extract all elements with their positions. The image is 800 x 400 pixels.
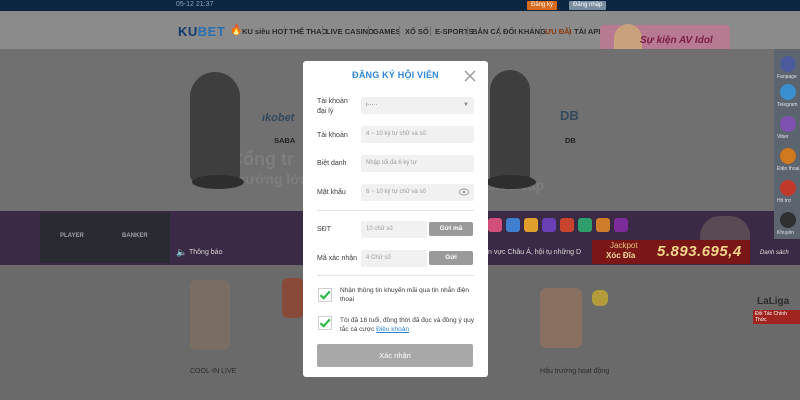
nav-separator (284, 26, 285, 36)
nav-item-live-casino[interactable]: LIVE CASINO (326, 27, 374, 36)
jackpot-title: Jackpot (610, 241, 638, 250)
jackpot-game: Xóc Đĩa (606, 251, 636, 260)
telegram-icon[interactable] (780, 84, 796, 100)
character-figure-db (490, 70, 530, 182)
nav-item-fishing[interactable]: BẮN CÁ (472, 27, 501, 36)
speaker-icon: 🔈 (176, 247, 188, 257)
nav-item-games[interactable]: GAMES (373, 27, 401, 36)
game-app-icon[interactable] (524, 218, 538, 232)
character-figure-saba (190, 72, 240, 182)
eye-icon[interactable] (459, 188, 469, 196)
cool-in-live-image[interactable] (190, 280, 230, 350)
side-tool-label: Khuyến (777, 230, 794, 236)
login-button[interactable]: Đăng nhập (569, 1, 607, 10)
main-nav: KUBET 🔥 KU siêu HOT THỂ THAO LIVE CASINO… (0, 11, 800, 60)
nav-separator (322, 26, 323, 36)
table-label-player: PLAYER (60, 233, 84, 239)
promo-sms-checkbox[interactable] (318, 288, 332, 302)
behind-scenes-image[interactable] (540, 288, 582, 348)
camera-icon (592, 290, 608, 306)
banner-ghost-text: thưởng lớn (232, 171, 309, 187)
nav-item-promotions[interactable]: ƯU ĐÃI (545, 27, 572, 36)
site-logo[interactable]: KUBET (178, 24, 225, 39)
phone-icon[interactable] (780, 148, 796, 164)
nav-separator (540, 26, 541, 36)
game-app-icon[interactable] (506, 218, 520, 232)
game-app-icon[interactable] (578, 218, 592, 232)
laliga-logo: LaLiga (757, 296, 790, 307)
send-button[interactable]: Gửi (429, 251, 473, 265)
phone-input[interactable]: 10 chữ số (361, 221, 427, 238)
promo-text: Sự kiện AV Idol (640, 35, 713, 46)
character-pedestal (192, 175, 244, 189)
game-app-icon[interactable] (560, 218, 574, 232)
provider-logo-db: DB (560, 108, 579, 123)
register-modal: ĐĂNG KÝ HỘI VIÊN Tài khoản đại lý ı·····… (303, 61, 488, 377)
send-code-button[interactable]: Gửi mã (429, 222, 473, 236)
fanpage-icon[interactable] (780, 56, 796, 72)
nickname-input[interactable]: Nhập tối đa 6 ký tự (361, 155, 474, 172)
side-tool-label: Điện thoại (777, 166, 800, 172)
jackpot-value: 5.893.695,4 (657, 243, 742, 260)
gift-icon[interactable] (780, 212, 796, 228)
flame-icon: 🔥 (230, 25, 243, 36)
game-app-icon[interactable] (614, 218, 628, 232)
password-input[interactable]: 6 ~ 10 ký tự chữ và số (361, 184, 474, 201)
nav-separator (399, 26, 400, 36)
provider-label-saba[interactable]: SABA (274, 136, 295, 145)
notice-label: Thông báo (189, 249, 223, 256)
nav-item-download-app[interactable]: TẢI APP (574, 27, 603, 36)
notice-marquee: n vực Châu Á, hội tụ những D (488, 249, 582, 256)
terms-text: Tôi đã 18 tuổi, đồng thời đã đọc và đồng… (340, 316, 475, 334)
verification-code-input[interactable]: 4 Chữ số (361, 250, 427, 267)
club-crest-image (282, 278, 304, 318)
password-label: Mật khẩu (317, 189, 346, 196)
provider-logo-saba: ıkobet (262, 112, 295, 124)
game-app-icon[interactable] (542, 218, 556, 232)
game-app-icon[interactable] (596, 218, 610, 232)
close-icon[interactable] (463, 69, 477, 83)
side-tool-label: Telegram (777, 102, 798, 108)
verification-code-label: Mã xác nhận (317, 255, 358, 262)
feature-label-behind-scenes[interactable]: Hậu trường hoạt động (540, 368, 609, 375)
laliga-partner-badge: Đối Tác Chính Thức (753, 310, 800, 324)
nav-separator (499, 26, 500, 36)
support-icon[interactable] (780, 180, 796, 196)
nav-item-lottery[interactable]: XỔ SỐ (405, 27, 429, 36)
dealer-list-link[interactable]: Danh sách (760, 250, 789, 256)
terms-link[interactable]: Điều khoản (376, 326, 409, 333)
nickname-label: Biệt danh (317, 160, 347, 167)
nav-separator (467, 26, 468, 36)
top-bar: 05-12 21:37 Đăng ký Đăng nhập (0, 0, 800, 11)
chevron-down-icon: ▼ (463, 102, 469, 108)
table-label-banker: BANKER (122, 233, 148, 239)
agent-account-label: Tài khoản đại lý (317, 98, 348, 115)
section-divider (317, 275, 474, 276)
side-tool-label: Hỗ trợ (777, 198, 792, 204)
side-tool-label: Fanpage (777, 74, 797, 80)
confirm-button[interactable]: Xác nhận (317, 344, 473, 367)
phone-label: SĐT (317, 226, 331, 233)
clock: 05-12 21:37 (176, 1, 214, 8)
account-label: Tài khoản (317, 132, 348, 139)
agent-account-select[interactable]: ı····· ▼ (361, 97, 474, 114)
provider-label-db[interactable]: DB (565, 136, 576, 145)
nav-separator (430, 26, 431, 36)
side-tool-label: Viber (777, 134, 789, 140)
feature-label-cool-in-live[interactable]: COOL-IN LIVE (190, 368, 236, 375)
dealer-image (700, 216, 750, 242)
modal-title: ĐĂNG KÝ HỘI VIÊN (352, 70, 439, 80)
character-pedestal (486, 175, 536, 189)
viber-icon[interactable] (780, 116, 796, 132)
terms-checkbox[interactable] (318, 316, 332, 330)
agent-account-value: ı····· (366, 102, 378, 108)
account-input[interactable]: 4 ~ 10 ký tự chữ và số (361, 126, 474, 143)
section-divider (317, 210, 474, 211)
nav-separator (569, 26, 570, 36)
nav-separator (368, 26, 369, 36)
game-app-icon[interactable] (488, 218, 502, 232)
nav-item-ku-hot[interactable]: KU siêu HOT (242, 27, 288, 36)
promo-sms-text: Nhận thông tin khuyến mãi qua tin nhắn đ… (340, 287, 470, 303)
register-button[interactable]: Đăng ký (527, 1, 558, 10)
